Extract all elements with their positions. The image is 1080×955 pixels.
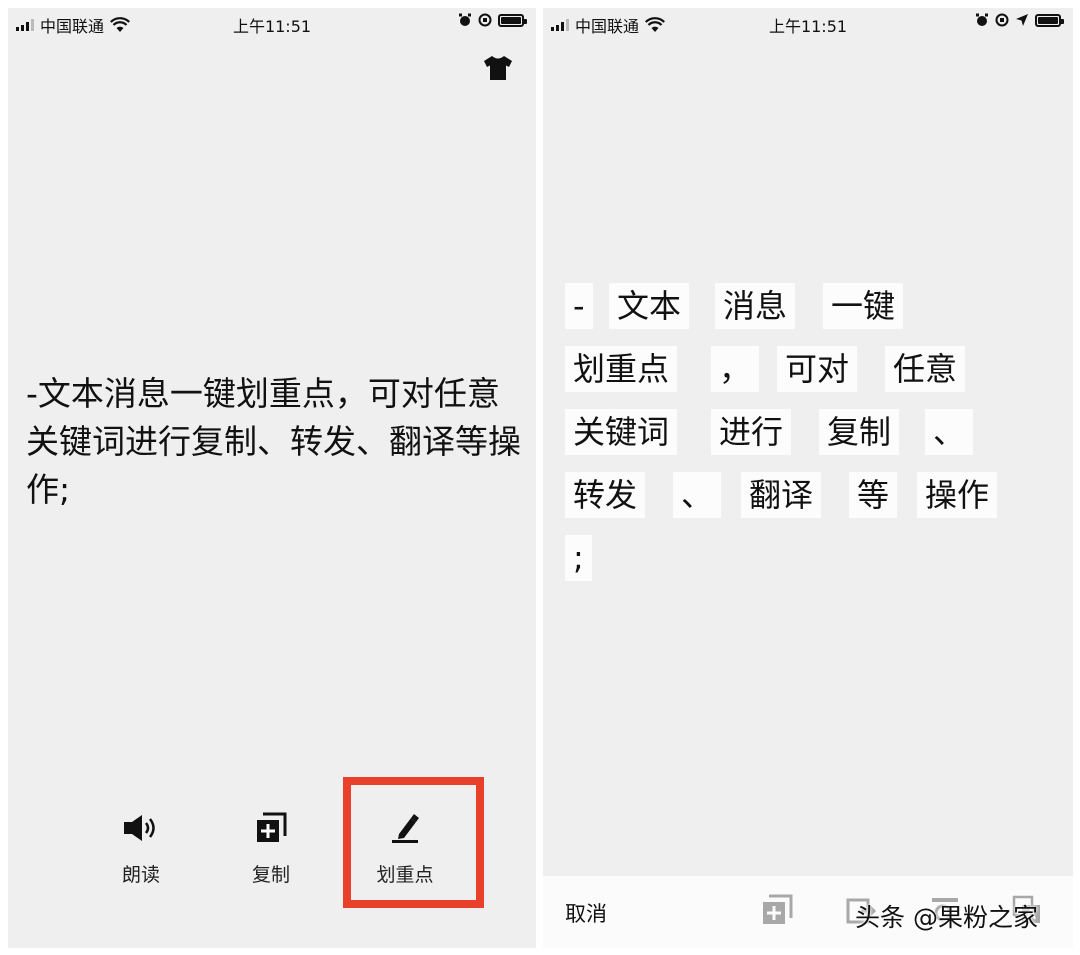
message-text[interactable]: -文本消息一键划重点，可对任意关键词进行复制、转发、翻译等操作; (26, 370, 526, 514)
word-token[interactable]: 划重点 (565, 346, 678, 392)
word-token[interactable]: 转发 (565, 472, 646, 518)
word-token[interactable]: 等 (849, 472, 898, 518)
token-row: - 文本 消息 一键 (565, 283, 1045, 346)
cancel-button[interactable]: 取消 (565, 898, 607, 928)
word-token-grid: - 文本 消息 一键 划重点 ， 可对 任意 关键词 进行 复制 、 转发 、 … (565, 283, 1045, 598)
word-token[interactable]: 任意 (885, 346, 966, 392)
token-row: 关键词 进行 复制 、 (565, 409, 1045, 472)
token-row: 划重点 ， 可对 任意 (565, 346, 1045, 409)
alarm-icon (976, 13, 988, 26)
read-aloud-button[interactable]: 朗读 (96, 808, 186, 887)
word-token[interactable]: - (565, 283, 593, 329)
watermark-text: 头条 @果粉之家 (855, 903, 1038, 932)
word-token[interactable]: ; (565, 535, 592, 581)
rotation-lock-icon (995, 13, 1009, 27)
word-token[interactable]: 可对 (777, 346, 858, 392)
word-token[interactable]: 操作 (917, 472, 998, 518)
copy-icon (257, 812, 287, 842)
alarm-icon (459, 13, 471, 26)
token-row: ; (565, 535, 1045, 598)
copy-icon[interactable] (761, 894, 793, 926)
status-bar: 中国联通 上午11:51 (543, 8, 1073, 36)
battery-icon (498, 13, 527, 27)
tshirt-icon[interactable] (482, 54, 514, 82)
token-row: 转发 、 翻译 等 操作 (565, 472, 1045, 535)
word-token[interactable]: ， (711, 346, 760, 392)
copy-label: 复制 (251, 864, 290, 886)
word-token[interactable]: 关键词 (565, 409, 678, 455)
copy-button[interactable]: 复制 (226, 808, 316, 887)
word-token[interactable]: 进行 (711, 409, 792, 455)
word-token[interactable]: 复制 (819, 409, 900, 455)
right-phone-screen: 中国联通 上午11:51 - 文本 消息 一键 划重点 ， 可对 任意 关键词 … (543, 8, 1073, 948)
speaker-icon (124, 815, 155, 841)
highlight-annotation-box (343, 777, 484, 908)
battery-icon (1035, 13, 1064, 27)
read-aloud-label: 朗读 (121, 864, 160, 886)
word-token[interactable]: 文本 (609, 283, 690, 329)
status-bar: 中国联通 上午11:51 (8, 8, 536, 36)
word-token[interactable]: 、 (925, 409, 974, 455)
word-token[interactable]: 、 (673, 472, 722, 518)
status-time: 上午11:51 (232, 17, 312, 36)
location-arrow-icon (1016, 14, 1028, 26)
word-token[interactable]: 翻译 (741, 472, 822, 518)
word-token[interactable]: 消息 (715, 283, 796, 329)
rotation-lock-icon (478, 13, 492, 27)
word-token[interactable]: 一键 (823, 283, 904, 329)
